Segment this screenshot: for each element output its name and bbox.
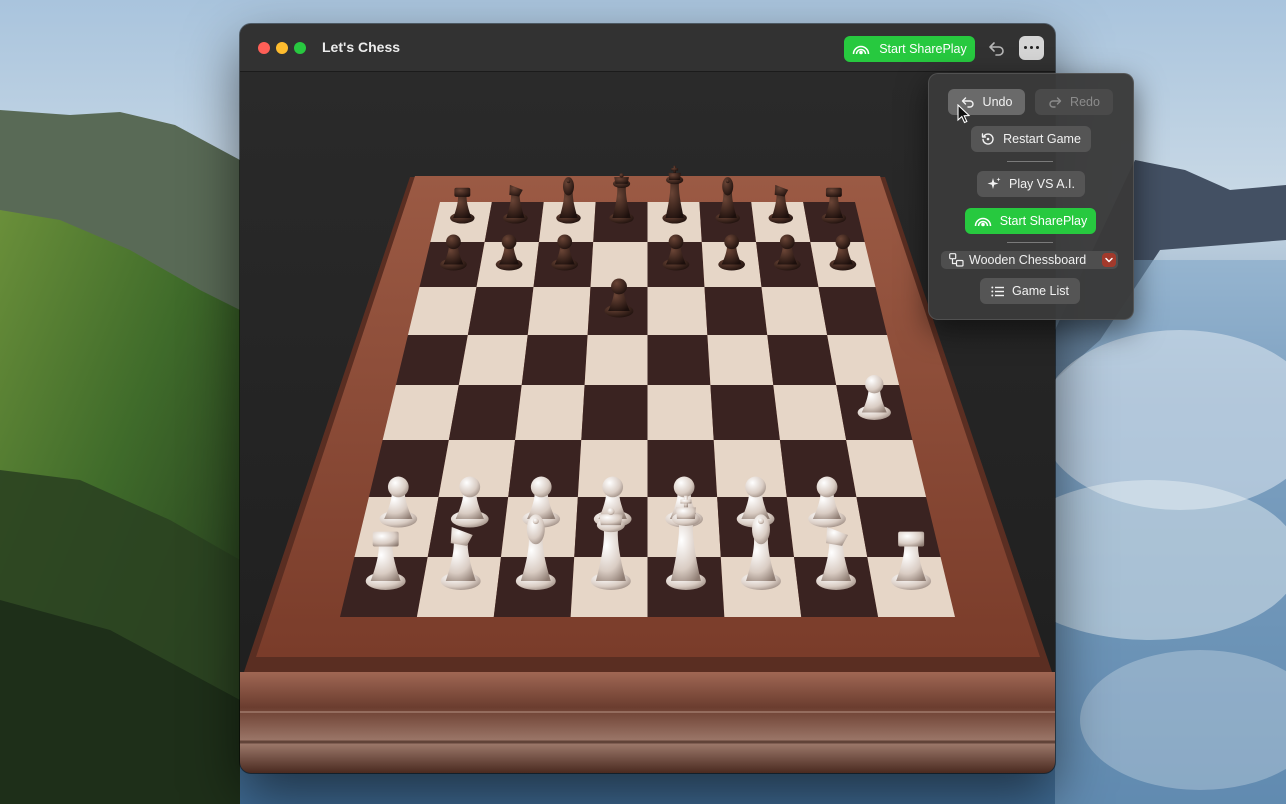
list-icon — [991, 286, 1005, 296]
cursor-icon — [957, 104, 971, 124]
board-square[interactable] — [773, 385, 847, 440]
more-icon — [1024, 46, 1042, 49]
board-square[interactable] — [846, 440, 927, 497]
board-square[interactable] — [448, 385, 522, 440]
board-square[interactable] — [647, 287, 708, 335]
shareplay-icon — [852, 45, 870, 55]
board-square[interactable] — [710, 385, 780, 440]
board-square[interactable] — [395, 335, 468, 385]
window-title: Let's Chess — [322, 39, 401, 55]
board-square[interactable] — [382, 385, 459, 440]
board-square[interactable] — [761, 287, 828, 335]
chessboard-style-picker[interactable]: Wooden Chessboard — [941, 251, 1118, 269]
board-icon — [949, 253, 964, 267]
undo-icon[interactable] — [986, 37, 1008, 59]
restart-icon — [981, 133, 994, 145]
redo-button[interactable]: Redo — [1035, 89, 1113, 115]
menu-start-shareplay-button[interactable]: Start SharePlay — [965, 208, 1096, 234]
board-square[interactable] — [584, 335, 648, 385]
play-vs-ai-label: Play VS A.I. — [1008, 177, 1075, 191]
board-square[interactable] — [818, 287, 888, 335]
board-square[interactable] — [581, 385, 648, 440]
game-list-button[interactable]: Game List — [980, 278, 1080, 304]
shareplay-label: Start SharePlay — [879, 42, 967, 56]
zoom-window-button[interactable] — [294, 42, 306, 54]
redo-label: Redo — [1070, 95, 1100, 109]
board-square[interactable] — [368, 440, 449, 497]
more-options-button[interactable] — [1019, 36, 1044, 60]
board-square[interactable] — [458, 335, 528, 385]
menu-divider — [1007, 161, 1053, 162]
play-vs-ai-button[interactable]: Play VS A.I. — [977, 171, 1085, 197]
close-window-button[interactable] — [258, 42, 270, 54]
shareplay-icon — [974, 217, 991, 227]
start-shareplay-button[interactable]: Start SharePlay — [844, 36, 975, 62]
restart-game-button[interactable]: Restart Game — [971, 126, 1091, 152]
undo-label: Undo — [982, 95, 1013, 109]
board-square[interactable] — [515, 385, 585, 440]
minimize-window-button[interactable] — [276, 42, 288, 54]
redo-icon — [1049, 97, 1062, 108]
board-square[interactable] — [707, 335, 774, 385]
title-bar: Let's Chess Start SharePlay — [240, 24, 1055, 72]
board-square[interactable] — [527, 287, 591, 335]
board-square[interactable] — [647, 385, 714, 440]
sparkle-icon — [987, 177, 1001, 189]
menu-shareplay-label: Start SharePlay — [999, 214, 1088, 228]
menu-divider — [1007, 242, 1053, 243]
board-square[interactable] — [856, 497, 941, 557]
board-square[interactable] — [467, 287, 534, 335]
board-square[interactable] — [521, 335, 588, 385]
chevron-down-icon — [1102, 253, 1116, 267]
board-square[interactable] — [767, 335, 837, 385]
restart-game-label: Restart Game — [1003, 132, 1081, 146]
board-square[interactable] — [407, 287, 477, 335]
board-square[interactable] — [647, 335, 711, 385]
board-square[interactable] — [827, 335, 900, 385]
game-list-label: Game List — [1012, 284, 1069, 298]
board-square[interactable] — [704, 287, 768, 335]
chessboard-style-label: Wooden Chessboard — [969, 253, 1087, 267]
